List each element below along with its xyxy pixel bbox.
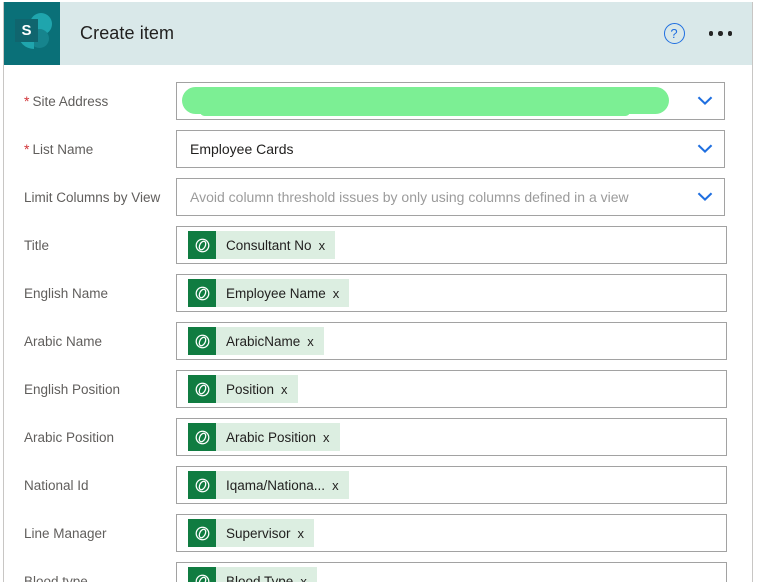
- dropdown-placeholder: Avoid column threshold issues by only us…: [190, 189, 629, 205]
- token-remove-icon[interactable]: x: [298, 527, 315, 540]
- dynamic-content-token[interactable]: Supervisor x: [188, 519, 315, 547]
- token-field-arabic-name[interactable]: ArabicName x: [176, 322, 727, 360]
- token-remove-icon[interactable]: x: [333, 287, 350, 300]
- field-label: Site Address: [4, 93, 176, 109]
- sharepoint-logo: S: [4, 2, 60, 65]
- form-row: Limit Columns by View Avoid column thresh…: [4, 173, 752, 221]
- sharepoint-token-icon: [188, 423, 216, 451]
- field-label: National Id: [24, 477, 89, 493]
- chevron-down-icon[interactable]: [696, 188, 714, 206]
- form-row: English Name Employee Name x: [4, 269, 752, 317]
- dynamic-content-token[interactable]: ArabicName x: [188, 327, 324, 355]
- card-header: S Create item ?: [4, 2, 752, 65]
- field-label: Arabic Name: [24, 333, 103, 349]
- field-label: Arabic Position: [24, 429, 115, 445]
- token-field-arabic-position[interactable]: Arabic Position x: [176, 418, 727, 456]
- dynamic-content-token[interactable]: Consultant No x: [188, 231, 336, 259]
- field-label: Blood type: [24, 573, 88, 582]
- field-label: Limit Columns by View: [24, 189, 161, 205]
- sharepoint-token-icon: [188, 471, 216, 499]
- help-icon[interactable]: ?: [663, 23, 685, 44]
- chevron-down-icon[interactable]: [696, 140, 714, 158]
- token-field-national-id[interactable]: Iqama/Nationa... x: [176, 466, 727, 504]
- token-field-line-manager[interactable]: Supervisor x: [176, 514, 727, 552]
- dynamic-content-token[interactable]: Arabic Position x: [188, 423, 340, 451]
- logo-letter: S: [21, 22, 32, 39]
- field-label: List Name: [4, 141, 176, 157]
- more-dot: [708, 31, 713, 36]
- token-label: Blood Type: [226, 573, 294, 582]
- token-label: Iqama/Nationa...: [226, 477, 326, 493]
- more-dot: [718, 31, 723, 36]
- token-label: Position: [226, 381, 275, 397]
- logo-letter-tile: S: [15, 19, 38, 42]
- form-row: Arabic Position Arabic Position x: [4, 413, 752, 461]
- form-row: Site Address: [4, 77, 752, 125]
- form-row: English Position Position x: [4, 365, 752, 413]
- token-remove-icon[interactable]: x: [323, 431, 340, 444]
- create-item-form: Site Address List Name Employee Cards Limit…: [4, 65, 752, 582]
- form-row: Arabic Name ArabicName x: [4, 317, 752, 365]
- dropdown-limit-columns-by-view[interactable]: Avoid column threshold issues by only us…: [176, 178, 725, 216]
- create-item-action-card: S Create item ? Site Address List Name Emp…: [3, 2, 753, 582]
- dropdown-value: Employee Cards: [190, 141, 294, 157]
- field-label: English Position: [24, 381, 121, 397]
- field-label: Title: [24, 237, 50, 253]
- token-label: ArabicName: [226, 333, 301, 349]
- form-row: Title Consultant No x: [4, 221, 752, 269]
- dropdown-site-address[interactable]: [176, 82, 725, 120]
- sharepoint-token-icon: [188, 231, 216, 259]
- form-row: List Name Employee Cards: [4, 125, 752, 173]
- token-label: Supervisor: [226, 525, 291, 541]
- token-remove-icon[interactable]: x: [300, 575, 317, 582]
- chevron-down-icon[interactable]: [696, 92, 714, 110]
- more-dot: [727, 31, 732, 36]
- form-row: Line Manager Supervisor x: [4, 509, 752, 557]
- more-options-icon[interactable]: [703, 23, 739, 44]
- dropdown-list-name[interactable]: Employee Cards: [176, 130, 725, 168]
- sharepoint-token-icon: [188, 279, 216, 307]
- sharepoint-token-icon: [188, 375, 216, 403]
- token-label: Employee Name: [226, 285, 326, 301]
- field-label: English Name: [24, 285, 109, 301]
- form-row: National Id Iqama/Nationa... x: [4, 461, 752, 509]
- dynamic-content-token[interactable]: Iqama/Nationa... x: [188, 471, 349, 499]
- sharepoint-token-icon: [188, 567, 216, 582]
- dynamic-content-token[interactable]: Position x: [188, 375, 298, 403]
- token-remove-icon[interactable]: x: [281, 383, 298, 396]
- token-field-title[interactable]: Consultant No x: [176, 226, 727, 264]
- dynamic-content-token[interactable]: Employee Name x: [188, 279, 350, 307]
- sharepoint-token-icon: [188, 327, 216, 355]
- page-title: Create item: [80, 23, 175, 43]
- token-field-english-name[interactable]: Employee Name x: [176, 274, 727, 312]
- token-label: Consultant No: [226, 237, 312, 253]
- sharepoint-token-icon: [188, 519, 216, 547]
- form-row: Blood type Blood Type x: [4, 557, 752, 582]
- field-label: Line Manager: [24, 525, 107, 541]
- token-remove-icon[interactable]: x: [332, 479, 349, 492]
- token-remove-icon[interactable]: x: [319, 239, 336, 252]
- dynamic-content-token[interactable]: Blood Type x: [188, 567, 317, 582]
- token-remove-icon[interactable]: x: [307, 335, 324, 348]
- redaction-overlay: [182, 87, 669, 116]
- token-label: Arabic Position: [226, 429, 317, 445]
- header-actions: ?: [663, 2, 739, 65]
- token-field-blood-type[interactable]: Blood Type x: [176, 562, 727, 582]
- token-field-english-position[interactable]: Position x: [176, 370, 727, 408]
